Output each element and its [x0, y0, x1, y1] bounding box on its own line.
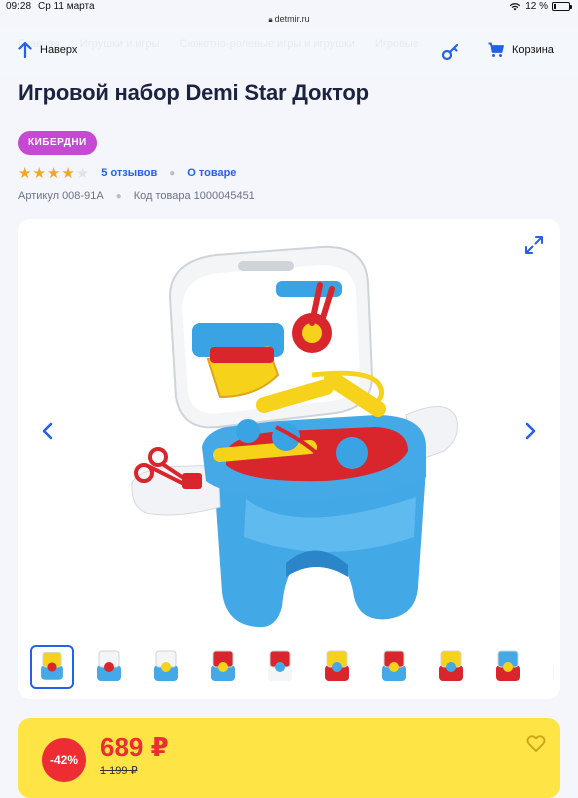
scroll-up-label: Наверх — [40, 44, 78, 56]
star-icon: ★ — [32, 164, 46, 182]
address-bar[interactable]: 🔒︎ detmir.ru — [0, 14, 578, 25]
thumbnail-image — [97, 650, 121, 681]
gallery-thumbnail[interactable] — [429, 645, 473, 689]
battery-percent: 12 % — [525, 1, 548, 12]
current-price: 689 ₽ — [100, 732, 169, 762]
status-date: Ср 11 марта — [38, 1, 95, 12]
gallery-thumbnail[interactable] — [372, 645, 416, 689]
product-image[interactable] — [126, 237, 462, 637]
gallery-thumbnail[interactable] — [30, 645, 74, 689]
cart-button[interactable]: Корзина — [488, 42, 554, 58]
expand-icon[interactable] — [524, 235, 544, 255]
chevron-right-icon[interactable] — [520, 421, 540, 441]
separator-dot: ● — [169, 167, 176, 179]
battery-icon — [552, 2, 572, 11]
top-nav: Наверх Корзина — [0, 30, 578, 74]
chevron-left-icon[interactable] — [38, 421, 58, 441]
thumbnail-image — [41, 652, 63, 680]
product-gallery — [18, 219, 560, 699]
gallery-thumbnail[interactable] — [201, 645, 245, 689]
product-code: Код товара 1000045451 — [133, 190, 255, 202]
rating-stars: ★ ★ ★ ★ ★ — [18, 166, 89, 181]
thumbnail-image — [268, 650, 292, 681]
status-indicators: 12 % — [509, 1, 572, 12]
thumbnail-image — [496, 650, 520, 681]
rating-row: ★ ★ ★ ★ ★ 5 отзывов ● О товаре — [18, 165, 236, 181]
gallery-thumbnail[interactable] — [315, 645, 359, 689]
heart-icon[interactable] — [526, 734, 546, 754]
cart-icon — [488, 42, 504, 57]
thumbnail-image — [553, 666, 554, 680]
star-icon: ★ — [75, 164, 90, 182]
article-number: Артикул 008-91A — [18, 190, 104, 202]
star-icon: ★ — [18, 164, 32, 182]
thumbnail-image — [439, 650, 463, 681]
arrow-up-icon — [18, 42, 32, 58]
about-product-link[interactable]: О товаре — [187, 167, 236, 179]
old-price: 1 199 ₽ — [100, 765, 138, 777]
thumbnail-image — [382, 650, 406, 681]
thumbnail-image — [154, 650, 178, 681]
address-url: detmir.ru — [274, 14, 310, 24]
gallery-thumbnail[interactable] — [486, 645, 530, 689]
gallery-thumbnail[interactable] — [87, 645, 131, 689]
gallery-thumbnail[interactable] — [543, 645, 554, 689]
price-card: -42% 689 ₽ 1 199 ₽ — [18, 718, 560, 798]
separator-dot: ● — [115, 190, 122, 202]
reviews-link[interactable]: 5 отзывов — [101, 167, 157, 179]
thumbnail-image — [211, 650, 235, 681]
product-meta: Артикул 008-91A ● Код товара 1000045451 — [18, 190, 255, 202]
discount-badge: -42% — [42, 738, 86, 782]
cart-label: Корзина — [512, 44, 554, 56]
star-icon: ★ — [61, 164, 75, 182]
star-icon: ★ — [46, 164, 61, 182]
battery-fill — [554, 4, 556, 9]
scroll-up-button[interactable]: Наверх — [18, 42, 77, 58]
wifi-icon — [510, 3, 521, 11]
product-title: Игровой набор Demi Star Доктор — [18, 80, 369, 105]
thumbnail-strip — [30, 645, 554, 691]
gallery-thumbnail[interactable] — [258, 645, 302, 689]
status-time: 09:28 — [6, 1, 32, 12]
status-bar: 09:28 Ср 11 марта 🔒︎ detmir.ru 12 % — [0, 0, 578, 24]
promo-badge[interactable]: КИБЕРДНИ — [18, 131, 97, 155]
lock-icon: 🔒︎ — [268, 15, 273, 24]
key-icon[interactable] — [440, 42, 460, 62]
thumbnail-image — [325, 650, 349, 681]
gallery-thumbnail[interactable] — [144, 645, 188, 689]
